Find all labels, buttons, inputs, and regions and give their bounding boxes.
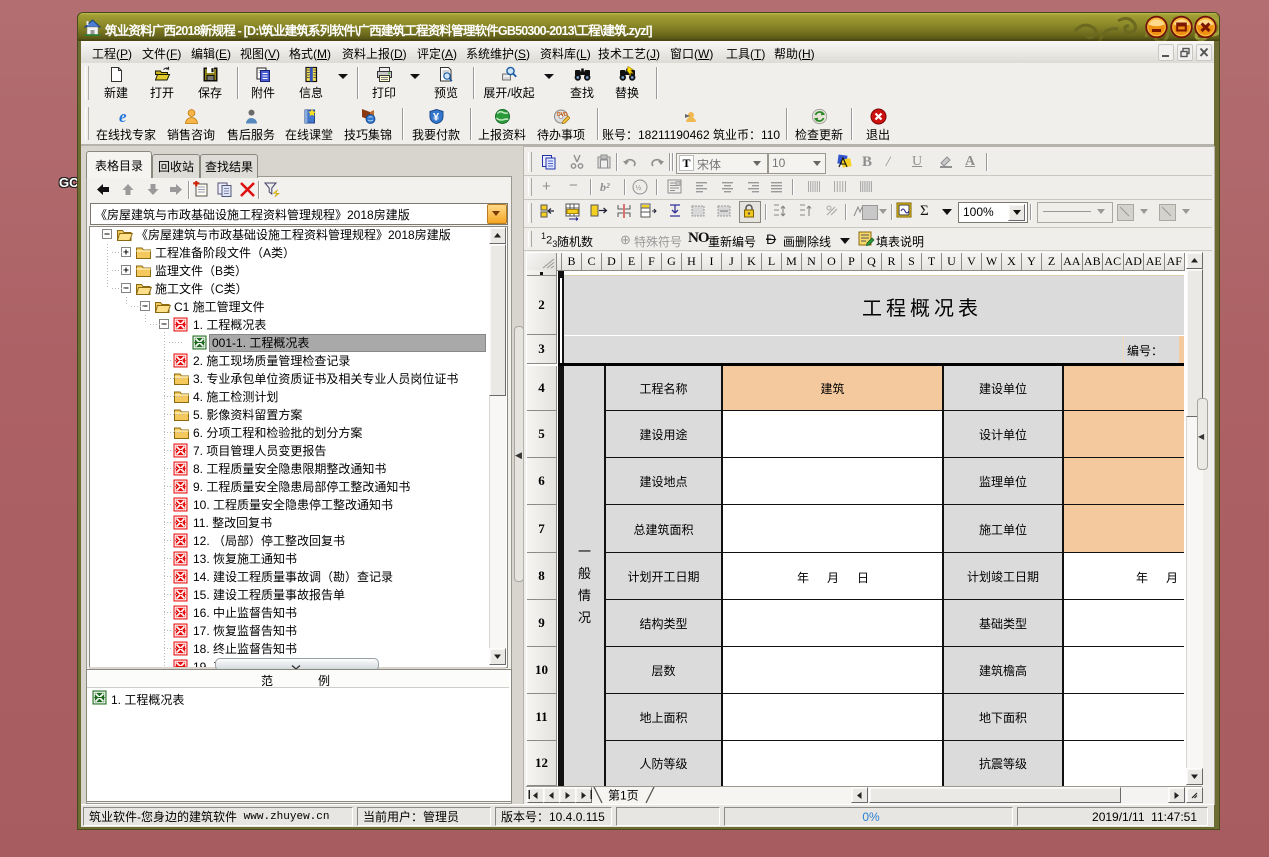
- svg-text:½: ½: [636, 184, 642, 192]
- svg-text:¥: ¥: [433, 112, 440, 124]
- svg-text:第1页: 第1页: [608, 789, 639, 803]
- svg-text:e: e: [119, 108, 127, 125]
- svg-text:DVD: DVD: [557, 112, 568, 118]
